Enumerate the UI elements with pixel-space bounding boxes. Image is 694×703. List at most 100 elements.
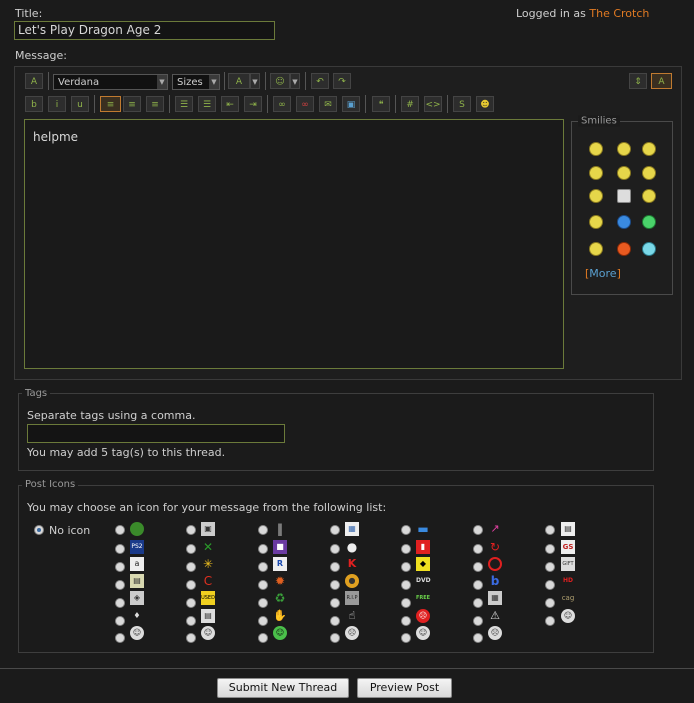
smiley-icon[interactable] (589, 215, 603, 229)
post-icon-radio[interactable] (401, 580, 411, 590)
post-icon-radio[interactable] (473, 616, 483, 626)
smiley-icon[interactable] (617, 242, 631, 256)
post-icon-radio[interactable] (473, 562, 483, 572)
preview-post-button[interactable]: Preview Post (357, 678, 452, 698)
remove-format-icon[interactable]: A (25, 73, 43, 89)
unordered-list-icon[interactable]: ☰ (198, 96, 216, 112)
underline-icon[interactable]: u (71, 96, 89, 112)
username-link[interactable]: The Crotch (589, 7, 649, 20)
post-icon-radio[interactable] (330, 544, 340, 554)
post-icon-radio[interactable] (545, 525, 555, 535)
html-code-icon[interactable]: <> (424, 96, 442, 112)
post-icon-radio[interactable] (545, 544, 555, 554)
post-icon-radio[interactable] (545, 598, 555, 608)
spoiler-smiley-icon[interactable]: ☻ (476, 96, 494, 112)
remove-link-icon[interactable]: ∞ (296, 96, 314, 112)
post-icon-radio[interactable] (401, 633, 411, 643)
post-icon-radio[interactable] (115, 598, 125, 608)
smiley-icon[interactable] (642, 142, 656, 156)
post-icon-radio[interactable] (401, 544, 411, 554)
no-icon-radio[interactable] (34, 525, 44, 535)
align-center-icon[interactable]: ≡ (123, 96, 141, 112)
post-icon-radio[interactable] (401, 598, 411, 608)
font-select[interactable]: Verdana ▼ (53, 74, 168, 90)
smiley-icon[interactable] (642, 166, 656, 180)
post-icon-radio[interactable] (115, 525, 125, 535)
code-hash-icon[interactable]: # (401, 96, 419, 112)
post-icon-radio[interactable] (545, 562, 555, 572)
post-icon-radio[interactable] (115, 633, 125, 643)
switch-editor-mode-icon[interactable]: A (651, 73, 672, 89)
ordered-list-icon[interactable]: ☰ (175, 96, 193, 112)
post-icon-radio[interactable] (330, 525, 340, 535)
smiley-menu-icon[interactable]: ☺ (270, 73, 290, 89)
quote-icon[interactable]: ❝ (372, 96, 390, 112)
post-icon-radio[interactable] (473, 544, 483, 554)
smiley-icon[interactable] (642, 242, 656, 256)
smiley-icon[interactable] (617, 215, 631, 229)
insert-link-icon[interactable]: ∞ (273, 96, 291, 112)
title-input[interactable]: Let's Play Dragon Age 2 (14, 21, 275, 40)
post-icon-radio[interactable] (401, 616, 411, 626)
post-icon-radio[interactable] (258, 633, 268, 643)
more-smilies-link[interactable]: More (589, 267, 616, 280)
smiley-icon[interactable] (642, 189, 656, 203)
post-icon-radio[interactable] (473, 580, 483, 590)
post-icon-radio[interactable] (258, 562, 268, 572)
smiley-icon[interactable] (589, 189, 603, 203)
post-icon-radio[interactable] (545, 580, 555, 590)
post-icon-radio[interactable] (330, 580, 340, 590)
insert-email-icon[interactable]: ✉ (319, 96, 337, 112)
post-icon-radio[interactable] (258, 616, 268, 626)
text-color-icon[interactable]: A (228, 73, 250, 89)
post-icon-radio[interactable] (186, 633, 196, 643)
post-icon-radio[interactable] (115, 562, 125, 572)
post-icon-radio[interactable] (473, 525, 483, 535)
smiley-icon[interactable] (617, 142, 631, 156)
post-icon-radio[interactable] (258, 525, 268, 535)
smiley-icon[interactable] (642, 215, 656, 229)
post-icon-radio[interactable] (401, 562, 411, 572)
post-icon-radio[interactable] (186, 580, 196, 590)
insert-image-icon[interactable]: ▣ (342, 96, 360, 112)
post-icon-radio[interactable] (186, 525, 196, 535)
post-icon-radio[interactable] (330, 616, 340, 626)
redo-icon[interactable]: ↷ (333, 73, 351, 89)
post-icon-radio[interactable] (115, 616, 125, 626)
post-icon-radio[interactable] (258, 544, 268, 554)
post-icon-radio[interactable] (186, 562, 196, 572)
post-icon-radio[interactable] (330, 633, 340, 643)
indent-icon[interactable]: ⇥ (244, 96, 262, 112)
resize-editor-icon[interactable]: ⇕ (629, 73, 647, 89)
post-icon-radio[interactable] (186, 616, 196, 626)
align-right-icon[interactable]: ≡ (146, 96, 164, 112)
post-icon-radio[interactable] (401, 525, 411, 535)
outdent-icon[interactable]: ⇤ (221, 96, 239, 112)
smiley-icon[interactable] (589, 166, 603, 180)
post-icon-radio[interactable] (115, 580, 125, 590)
post-icon-radio[interactable] (330, 598, 340, 608)
post-icon-radio[interactable] (330, 562, 340, 572)
align-left-icon[interactable]: ≡ (100, 96, 121, 112)
post-icon-radio[interactable] (186, 544, 196, 554)
italic-icon[interactable]: i (48, 96, 66, 112)
strikethrough-icon[interactable]: S (453, 96, 471, 112)
post-icon-radio[interactable] (545, 616, 555, 626)
smiley-icon[interactable] (617, 166, 631, 180)
post-icon-radio[interactable] (186, 598, 196, 608)
post-icon-radio[interactable] (473, 633, 483, 643)
smiley-icon[interactable] (617, 189, 631, 203)
chevron-down-icon[interactable]: ▼ (290, 73, 300, 89)
post-icon-radio[interactable] (258, 598, 268, 608)
size-select[interactable]: Sizes ▼ (172, 74, 220, 90)
submit-new-thread-button[interactable]: Submit New Thread (217, 678, 349, 698)
post-icon-radio[interactable] (258, 580, 268, 590)
bold-icon[interactable]: b (25, 96, 43, 112)
smiley-icon[interactable] (589, 242, 603, 256)
chevron-down-icon[interactable]: ▼ (250, 73, 260, 89)
post-icon-radio[interactable] (115, 544, 125, 554)
post-icon-radio[interactable] (473, 598, 483, 608)
smiley-icon[interactable] (589, 142, 603, 156)
message-textarea[interactable]: helpme (24, 119, 564, 369)
tags-input[interactable] (27, 424, 285, 443)
